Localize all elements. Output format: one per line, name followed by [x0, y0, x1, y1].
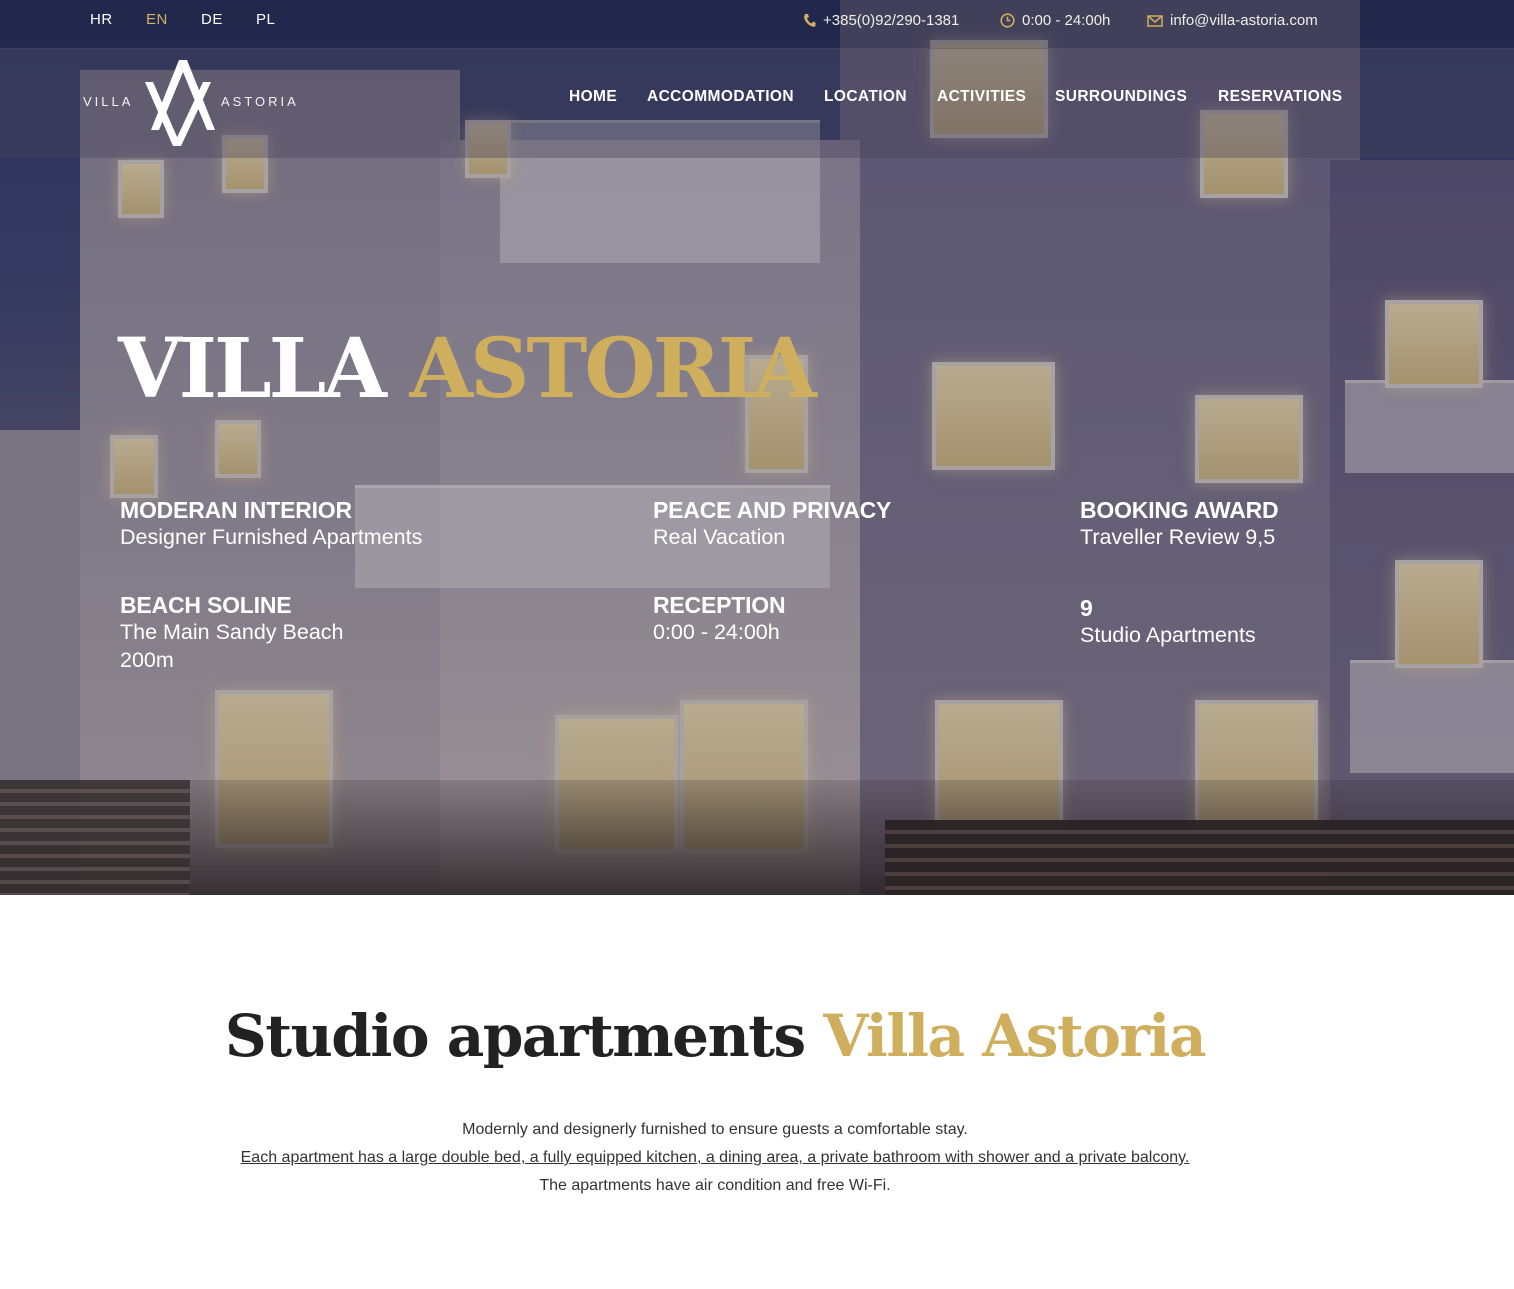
feature-apartments: 9 Studio Apartments	[1080, 595, 1500, 649]
hero-section: HR EN DE PL +385(0)92/290-1381 0:00 - 24…	[0, 0, 1514, 895]
feature-title: RECEPTION	[653, 592, 786, 618]
email-address[interactable]: info@villa-astoria.com	[1170, 12, 1318, 29]
lang-en[interactable]: EN	[146, 11, 168, 28]
contact-hours: 0:00 - 24:00h	[1000, 12, 1110, 29]
feature-beach: BEACH SOLINE The Main Sandy Beach 200m	[120, 592, 540, 674]
feature-award: BOOKING AWARD Traveller Review 9,5	[1080, 497, 1500, 551]
feature-subtitle: Studio Apartments	[1080, 623, 1256, 647]
section-heading-dark: Studio apartments	[224, 1002, 806, 1070]
top-bar: HR EN DE PL +385(0)92/290-1381 0:00 - 24…	[0, 0, 1514, 49]
feature-title: MODERAN INTERIOR	[120, 497, 352, 523]
intro-line-1: Modernly and designerly furnished to ens…	[462, 1121, 968, 1138]
mail-icon	[1147, 14, 1163, 27]
feature-subtitle: The Main Sandy Beach	[120, 620, 344, 644]
clock-icon	[1000, 13, 1015, 28]
feature-interior: MODERAN INTERIOR Designer Furnished Apar…	[120, 497, 540, 551]
feature-privacy: PEACE AND PRIVACY Real Vacation	[653, 497, 1073, 551]
intro-line-3: The apartments have air condition and fr…	[539, 1177, 891, 1194]
logo-monogram-icon	[145, 60, 215, 146]
feature-subtitle: Real Vacation	[653, 525, 786, 549]
lang-de[interactable]: DE	[201, 11, 223, 28]
feature-reception: RECEPTION 0:00 - 24:00h	[653, 592, 1073, 646]
feature-title: BOOKING AWARD	[1080, 497, 1279, 523]
contact-email[interactable]: info@villa-astoria.com	[1147, 12, 1318, 29]
phone-icon	[804, 14, 816, 27]
phone-number[interactable]: +385(0)92/290-1381	[823, 12, 959, 29]
intro-line-2[interactable]: Each apartment has a large double bed, a…	[0, 1149, 1430, 1167]
logo-word-astoria: ASTORIA	[221, 94, 299, 109]
nav-home[interactable]: HOME	[569, 88, 617, 106]
lang-hr[interactable]: HR	[90, 11, 113, 28]
contact-phone[interactable]: +385(0)92/290-1381	[803, 12, 959, 29]
feature-title: BEACH SOLINE	[120, 592, 292, 618]
feature-subtitle-distance: 200m	[120, 648, 174, 672]
hero-title-gold: ASTORIA	[409, 321, 816, 417]
nav-location[interactable]: LOCATION	[824, 88, 907, 106]
site-logo[interactable]: VILLA ASTORIA	[83, 60, 296, 150]
section-heading: Studio apartments Villa Astoria	[0, 1002, 1430, 1070]
feature-subtitle: Traveller Review 9,5	[1080, 525, 1276, 549]
lang-pl[interactable]: PL	[256, 11, 275, 28]
nav-activities[interactable]: ACTIVITIES	[937, 88, 1026, 106]
hours-text: 0:00 - 24:00h	[1022, 12, 1111, 29]
feature-title: 9	[1080, 595, 1093, 621]
hero-title-white: VILLA	[118, 321, 387, 417]
section-heading-gold: Villa Astoria	[823, 1002, 1206, 1070]
feature-subtitle: Designer Furnished Apartments	[120, 525, 423, 549]
nav-accommodation[interactable]: ACCOMMODATION	[647, 88, 794, 106]
nav-reservations[interactable]: RESERVATIONS	[1218, 88, 1343, 106]
hero-title: VILLA ASTORIA	[118, 328, 817, 410]
nav-surroundings[interactable]: SURROUNDINGS	[1055, 88, 1187, 106]
feature-title: PEACE AND PRIVACY	[653, 497, 892, 523]
logo-word-villa: VILLA	[83, 94, 134, 109]
feature-subtitle: 0:00 - 24:00h	[653, 620, 780, 644]
